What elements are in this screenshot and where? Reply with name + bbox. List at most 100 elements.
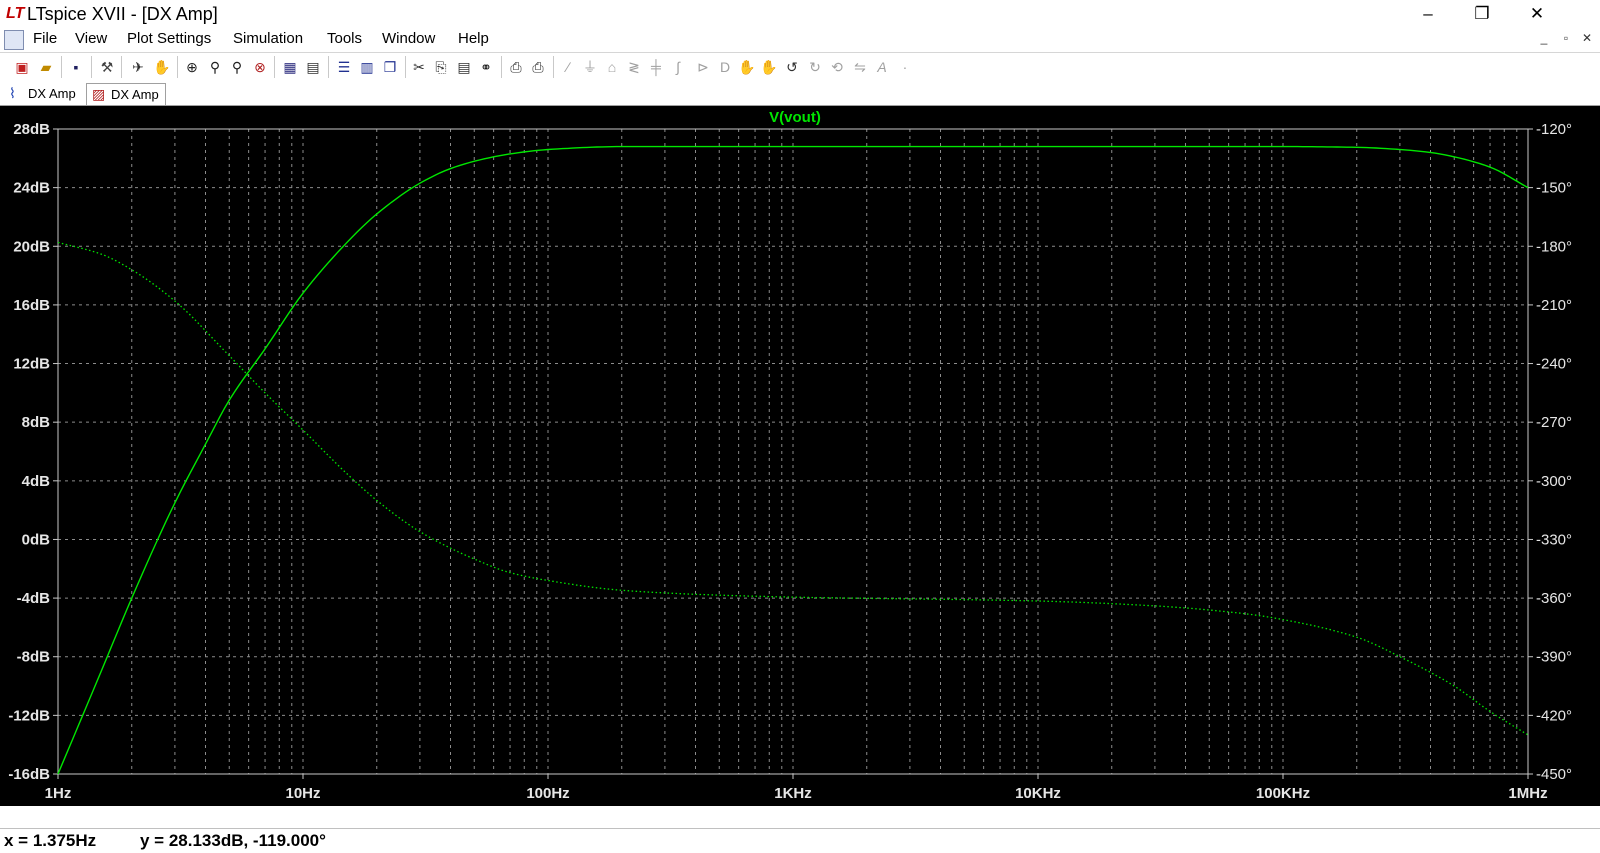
menu-plot-settings[interactable]: Plot Settings bbox=[127, 30, 211, 47]
trace-name-label[interactable]: V(vout) bbox=[769, 109, 821, 126]
cut-icon[interactable]: ✂ bbox=[409, 57, 429, 77]
menu-bar: File View Plot Settings Simulation Tools… bbox=[0, 28, 1600, 50]
menu-help[interactable]: Help bbox=[458, 30, 489, 47]
y-tick-label-left: -4dB bbox=[17, 590, 51, 607]
pick-traces-icon[interactable]: ▤ bbox=[303, 57, 323, 77]
status-bar: x = 1.375Hz y = 28.133dB, -119.000° bbox=[0, 828, 1600, 853]
menu-simulation[interactable]: Simulation bbox=[233, 30, 303, 47]
inductor-icon[interactable]: ∫ bbox=[668, 57, 688, 77]
tab-bar: ⌇ DX Amp ▨ DX Amp bbox=[0, 81, 1600, 106]
grid bbox=[58, 129, 1528, 774]
menu-window[interactable]: Window bbox=[382, 30, 435, 47]
autorange-icon[interactable]: ▦ bbox=[280, 57, 300, 77]
y-tick-label-left: 28dB bbox=[13, 121, 50, 138]
spice-directive-icon[interactable]: · bbox=[895, 57, 915, 77]
y-tick-label-right: -330° bbox=[1536, 531, 1572, 548]
redo-icon[interactable]: ↻ bbox=[805, 57, 825, 77]
component-icon[interactable]: D bbox=[715, 57, 735, 77]
y-tick-label-left: 4dB bbox=[22, 473, 51, 490]
zoom-in-icon[interactable]: ⚲ bbox=[205, 57, 225, 77]
y-tick-label-right: -420° bbox=[1536, 707, 1572, 724]
y-tick-label-right: -120° bbox=[1536, 121, 1572, 138]
diode-icon[interactable]: ⊳ bbox=[693, 57, 713, 77]
y-tick-label-left: 12dB bbox=[13, 356, 50, 373]
tab-schematic-dx-amp[interactable]: ⌇ DX Amp bbox=[4, 83, 82, 104]
rotate-icon[interactable]: ⟲ bbox=[827, 57, 847, 77]
x-tick-label: 10Hz bbox=[285, 785, 320, 802]
tab-label: DX Amp bbox=[28, 86, 76, 101]
waveform-plot[interactable]: 28dB 24dB 20dB 16dB 12dB 8dB 4dB 0dB -4dB -8dB -12… bbox=[0, 106, 1600, 806]
x-tick-label: 1MHz bbox=[1508, 785, 1547, 802]
cursor-y-readout: y = 28.133dB, -119.000° bbox=[140, 831, 326, 850]
y-tick-label-right: -300° bbox=[1536, 473, 1572, 490]
y-tick-label-left: -16dB bbox=[8, 766, 50, 783]
drag-icon[interactable]: ✋ bbox=[759, 57, 779, 77]
y-tick-label-right: -240° bbox=[1536, 356, 1572, 373]
zoom-out-icon[interactable]: ⚲ bbox=[227, 57, 247, 77]
x-tick-label: 100KHz bbox=[1256, 785, 1310, 802]
y-tick-label-right: -210° bbox=[1536, 297, 1572, 314]
tab-waveform-dx-amp[interactable]: ▨ DX Amp bbox=[86, 83, 166, 105]
y-tick-label-right: -390° bbox=[1536, 649, 1572, 666]
paste-icon[interactable]: ▤ bbox=[454, 57, 474, 77]
run-icon[interactable]: ✈ bbox=[128, 57, 148, 77]
menu-view[interactable]: View bbox=[75, 30, 107, 47]
menu-tools[interactable]: Tools bbox=[327, 30, 362, 47]
tile-horizontal-icon[interactable]: ☰ bbox=[334, 57, 354, 77]
y-tick-label-left: -8dB bbox=[17, 649, 51, 666]
title-bar: LT LTspice XVII - [DX Amp] – ❐ ✕ bbox=[0, 0, 1600, 28]
label-icon[interactable]: ⌂ bbox=[602, 57, 622, 77]
window-title: LTspice XVII - [DX Amp] bbox=[27, 4, 218, 24]
toolbar: ▣ ▰ ▪ ⚒ ✈ ✋ ⊕ ⚲ ⚲ ⊗ ▦ ▤ ☰ ▥ ❐ ✂ ⎘ ▤ ⚭ ⎙ … bbox=[0, 52, 1600, 82]
new-schematic-icon[interactable]: ▣ bbox=[12, 57, 32, 77]
zoom-cancel-icon[interactable]: ⊗ bbox=[250, 57, 270, 77]
resistor-icon[interactable]: ≷ bbox=[624, 57, 644, 77]
close-button[interactable]: ✕ bbox=[1514, 0, 1560, 28]
tile-vertical-icon[interactable]: ▥ bbox=[357, 57, 377, 77]
x-tick-label: 1Hz bbox=[45, 785, 72, 802]
menu-file[interactable]: File bbox=[33, 30, 57, 47]
print-icon[interactable]: ⎙ bbox=[528, 57, 548, 77]
axis-labels: 28dB 24dB 20dB 16dB 12dB 8dB 4dB 0dB -4dB -8dB -12… bbox=[8, 121, 1572, 802]
x-tick-label: 10KHz bbox=[1015, 785, 1061, 802]
x-tick-label: 100Hz bbox=[526, 785, 569, 802]
ground-icon[interactable]: ⏚ bbox=[580, 57, 600, 77]
mdi-restore-button[interactable]: ▫ bbox=[1557, 31, 1575, 45]
minimize-button[interactable]: – bbox=[1405, 0, 1451, 28]
schematic-icon: ⌇ bbox=[9, 85, 16, 101]
control-panel-icon[interactable]: ⚒ bbox=[97, 57, 117, 77]
capacitor-icon[interactable]: ╪ bbox=[646, 57, 666, 77]
y-tick-label-right: -450° bbox=[1536, 766, 1572, 783]
tab-label: DX Amp bbox=[111, 87, 159, 102]
mdi-close-button[interactable]: ✕ bbox=[1578, 31, 1596, 45]
y-tick-label-left: 16dB bbox=[13, 297, 50, 314]
plot-canvas[interactable]: 28dB 24dB 20dB 16dB 12dB 8dB 4dB 0dB -4dB -8dB -12… bbox=[0, 106, 1600, 806]
y-tick-label-right: -360° bbox=[1536, 590, 1572, 607]
save-icon[interactable]: ▪ bbox=[66, 57, 86, 77]
find-icon[interactable]: ⚭ bbox=[476, 57, 496, 77]
document-icon[interactable] bbox=[4, 30, 24, 50]
halt-icon[interactable]: ✋ bbox=[152, 57, 172, 77]
y-tick-label-right: -180° bbox=[1536, 238, 1572, 255]
move-icon[interactable]: ✋ bbox=[737, 57, 757, 77]
mirror-icon[interactable]: ⇋ bbox=[850, 57, 870, 77]
waveform-icon: ▨ bbox=[92, 86, 106, 102]
x-tick-label: 1KHz bbox=[774, 785, 812, 802]
cursor-x-readout: x = 1.375Hz bbox=[4, 831, 97, 850]
print-setup-icon[interactable]: ⎙ bbox=[506, 57, 526, 77]
y-tick-label-left: 8dB bbox=[22, 414, 51, 431]
cascade-icon[interactable]: ❐ bbox=[380, 57, 400, 77]
undo-icon[interactable]: ↺ bbox=[782, 57, 802, 77]
copy-icon[interactable]: ⎘ bbox=[431, 57, 451, 77]
zoom-area-icon[interactable]: ⊕ bbox=[182, 57, 202, 77]
text-icon[interactable]: A bbox=[872, 57, 892, 77]
mdi-minimize-button[interactable]: _ bbox=[1535, 31, 1553, 45]
y-tick-label-right: -150° bbox=[1536, 180, 1572, 197]
ltspice-logo-icon: LT bbox=[6, 5, 25, 22]
wire-icon[interactable]: ∕ bbox=[558, 57, 578, 77]
y-tick-label-left: 20dB bbox=[13, 238, 50, 255]
open-icon[interactable]: ▰ bbox=[36, 57, 56, 77]
y-tick-label-left: -12dB bbox=[8, 707, 50, 724]
maximize-button[interactable]: ❐ bbox=[1459, 0, 1505, 28]
y-tick-label-left: 24dB bbox=[13, 180, 50, 197]
